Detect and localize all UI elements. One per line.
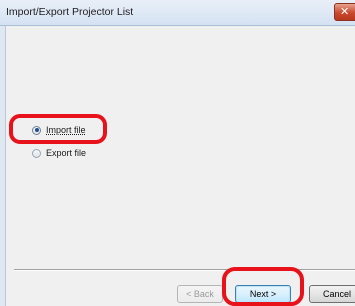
export-file-label[interactable]: Export file bbox=[46, 148, 86, 158]
dialog-window: Import/Export Projector List ✕ Import fi… bbox=[0, 0, 355, 306]
dialog-content: Import file Export file bbox=[6, 26, 355, 306]
back-button[interactable]: < Back bbox=[177, 285, 223, 303]
close-button[interactable]: ✕ bbox=[334, 3, 355, 21]
export-file-radio[interactable] bbox=[32, 148, 41, 158]
window-title: Import/Export Projector List bbox=[6, 6, 134, 18]
title-bar[interactable]: Import/Export Projector List ✕ bbox=[0, 0, 355, 26]
import-file-option[interactable]: Import file bbox=[6, 123, 86, 137]
close-icon: ✕ bbox=[340, 5, 350, 18]
button-separator bbox=[14, 269, 355, 271]
import-file-radio[interactable] bbox=[32, 125, 41, 135]
export-file-option[interactable]: Export file bbox=[6, 146, 86, 160]
next-button[interactable]: Next > bbox=[235, 285, 291, 303]
cancel-button[interactable]: Cancel bbox=[309, 285, 355, 303]
import-file-label[interactable]: Import file bbox=[46, 125, 86, 135]
